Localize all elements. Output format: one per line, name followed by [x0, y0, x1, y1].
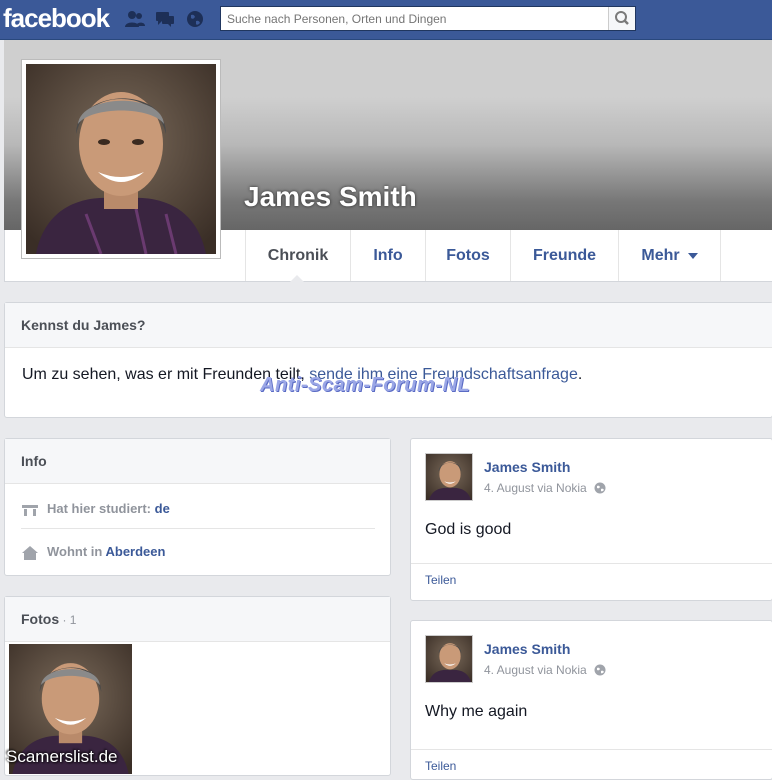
post-footer: Teilen: [411, 749, 772, 780]
post-meta: 4. August via Nokia: [484, 663, 606, 677]
anti-scam-watermark: Anti-Scam-Forum-NL: [260, 374, 471, 396]
tab-mehr[interactable]: Mehr: [618, 230, 721, 281]
search-icon: [615, 11, 629, 25]
post-author-link[interactable]: James Smith: [484, 641, 570, 657]
info-card: Info Hat hier studiert: de Wohnt in Aber…: [4, 438, 391, 576]
tab-freunde[interactable]: Freunde: [510, 230, 618, 281]
lives-row: Wohnt in Aberdeen: [21, 544, 165, 561]
profile-name[interactable]: James Smith: [244, 181, 417, 213]
post-avatar-image: [426, 454, 472, 500]
studied-row: Hat hier studiert: de: [21, 501, 170, 517]
tab-fotos[interactable]: Fotos: [425, 230, 510, 281]
globe-icon[interactable]: [594, 664, 606, 676]
post-avatar[interactable]: [425, 453, 473, 501]
profile-photo-image: [26, 64, 216, 254]
post-card: James Smith 4. August via Nokia Why me a…: [410, 620, 772, 780]
share-link[interactable]: Teilen: [425, 759, 456, 773]
post-avatar-image: [426, 636, 472, 682]
school-icon: [22, 504, 38, 516]
post-footer: Teilen: [411, 563, 772, 602]
top-bar: facebook: [0, 0, 772, 40]
scamerslist-watermark: Scamerslist.de: [6, 747, 118, 766]
chevron-down-icon: [687, 252, 698, 259]
globe-icon[interactable]: [594, 482, 606, 494]
info-divider: [21, 528, 375, 529]
friend-request-card-title: Kennst du James?: [5, 303, 772, 348]
tab-info[interactable]: Info: [350, 230, 425, 281]
home-icon: [22, 545, 38, 560]
facebook-logo[interactable]: facebook: [3, 3, 110, 34]
search-input[interactable]: [221, 7, 613, 30]
photos-card-title: Fotos · 1: [5, 597, 390, 642]
post-avatar[interactable]: [425, 635, 473, 683]
search-button[interactable]: [608, 7, 635, 30]
studied-link[interactable]: de: [155, 501, 170, 516]
lives-link[interactable]: Aberdeen: [105, 544, 165, 559]
post-author-link[interactable]: James Smith: [484, 459, 570, 475]
notifications-globe-icon[interactable]: [184, 9, 206, 29]
post-card: James Smith 4. August via Nokia God is g…: [410, 438, 772, 601]
post-text: Why me again: [425, 703, 528, 720]
active-tab-pointer: [290, 275, 304, 282]
post-text: God is good: [425, 521, 512, 538]
share-link[interactable]: Teilen: [425, 573, 456, 587]
friend-requests-icon[interactable]: [124, 9, 146, 29]
info-card-title: Info: [5, 439, 390, 484]
messages-icon[interactable]: [154, 9, 176, 29]
post-meta: 4. August via Nokia: [484, 481, 606, 495]
friend-request-card: Kennst du James? Um zu sehen, was er mit…: [4, 302, 772, 418]
search-box: [220, 6, 636, 31]
tab-chronik[interactable]: Chronik: [245, 230, 350, 281]
profile-picture[interactable]: [21, 59, 221, 259]
